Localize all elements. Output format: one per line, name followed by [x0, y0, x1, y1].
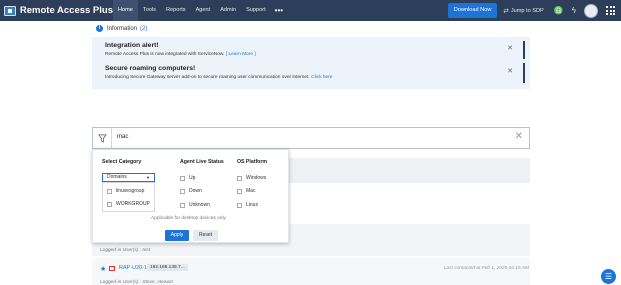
filter-popup: Select Category Agent Live Status OS Pla… — [92, 149, 289, 243]
alerts-panel: Integration alert! Remote Access Plus is… — [92, 37, 530, 89]
checkbox[interactable] — [237, 175, 242, 181]
nav-agent[interactable]: Agent — [191, 0, 216, 21]
device-name-link[interactable]: RAP-U20-1 — [119, 265, 147, 271]
search-input[interactable]: mac — [117, 134, 128, 140]
category-option[interactable]: linuxesgroup — [107, 188, 144, 194]
agent-live-status-header: Agent Live Status — [180, 159, 224, 165]
nav-admin[interactable]: Admin — [215, 0, 241, 21]
jump-icon: ⇄ — [503, 7, 509, 15]
information-label: Information — [107, 25, 138, 32]
alert-title: Secure roaming computers! — [105, 65, 196, 72]
more-icon[interactable]: ••• — [271, 0, 287, 21]
quick-launch-icon[interactable]: ϟ — [572, 6, 576, 15]
checkbox[interactable] — [180, 188, 185, 194]
clear-icon[interactable]: ✕ — [515, 131, 523, 142]
reset-button[interactable]: Reset — [193, 230, 218, 241]
device-ip-badge: 192.168.138.7... — [147, 264, 188, 271]
background-panel — [288, 158, 530, 183]
top-right-actions: Download Now ⇄ Jump to SDP ♎ ϟ — [447, 0, 621, 21]
nav-tools[interactable]: Tools — [138, 0, 161, 21]
os-platform-header: OS Platform — [237, 159, 267, 165]
checkbox[interactable] — [237, 188, 242, 194]
jump-to-sdp-link[interactable]: ⇄ Jump to SDP — [503, 7, 543, 15]
category-options: linuxesgroup WORKGROUP — [102, 182, 155, 212]
learn-more-link[interactable]: [ Learn More ] — [226, 52, 256, 57]
monitor-icon — [109, 266, 115, 271]
notification-bell-icon[interactable]: ♎ — [554, 6, 564, 15]
checkbox[interactable] — [180, 202, 185, 208]
info-icon: i — [96, 25, 103, 32]
app-title: Remote Access Plus — [19, 5, 113, 16]
integration-alert: Integration alert! Remote Access Plus is… — [105, 42, 256, 57]
category-option[interactable]: WORKGROUP — [107, 201, 150, 207]
status-option-unknown[interactable]: Unknown — [180, 202, 210, 208]
brand[interactable]: Remote Access Plus — [0, 0, 113, 21]
os-option-mac[interactable]: Mac — [237, 188, 255, 194]
secure-roaming-alert: Secure roaming computers! Introducing Se… — [105, 65, 332, 80]
nav-reports[interactable]: Reports — [161, 0, 191, 21]
desktop-only-note: Applicable for desktop devices only — [151, 216, 226, 221]
alert-text: Remote Access Plus is now integrated wit… — [105, 52, 256, 57]
device-search: mac ✕ — [92, 127, 530, 149]
top-bar: Remote Access Plus Home Tools Reports Ag… — [0, 0, 621, 21]
alert-text: Introducing Secure Gateway server add-on… — [105, 75, 333, 80]
alert-scrollbar[interactable] — [523, 63, 525, 83]
last-contacted: Last contacted at Feb 1, 2025 04:15 AM — [443, 266, 529, 271]
select-category-header: Select Category — [102, 159, 142, 165]
os-option-linux[interactable]: Linux — [237, 202, 258, 208]
status-option-up[interactable]: Up — [180, 175, 195, 181]
checkbox[interactable] — [237, 202, 242, 208]
download-now-button[interactable]: Download Now — [447, 3, 498, 18]
category-select[interactable]: Domains ▼ — [102, 173, 155, 182]
click-here-link[interactable]: Click here — [311, 75, 332, 80]
category-select-value: Domains — [107, 174, 127, 180]
jump-label: Jump to SDP — [510, 7, 544, 14]
logged-in-users: Logged-in User(s) : test — [100, 248, 151, 253]
status-option-down[interactable]: Down — [180, 188, 202, 194]
main-nav: Home Tools Reports Agent Admin Support •… — [113, 0, 287, 21]
close-icon[interactable]: ✕ — [507, 67, 513, 75]
alert-title: Integration alert! — [105, 42, 159, 49]
avatar[interactable] — [584, 3, 598, 18]
logged-in-users: Logged-in User(s) : Steve_stewart — [100, 280, 173, 285]
floating-menu-button[interactable]: ☰ — [601, 269, 616, 284]
app-grid-icon[interactable] — [606, 6, 615, 15]
information-count: (2) — [140, 25, 148, 32]
apply-button[interactable]: Apply — [165, 230, 189, 241]
checkbox[interactable] — [107, 188, 112, 194]
os-option-windows[interactable]: Windows — [237, 175, 266, 181]
information-header[interactable]: i Information (2) — [96, 25, 147, 32]
star-icon[interactable]: ★ — [100, 265, 106, 273]
close-icon[interactable]: ✕ — [507, 44, 513, 52]
alert-scrollbar[interactable] — [523, 41, 525, 59]
checkbox[interactable] — [107, 201, 112, 207]
caret-down-icon: ▼ — [146, 175, 150, 180]
nav-home[interactable]: Home — [113, 0, 138, 21]
monitor-icon — [4, 5, 16, 16]
filter-icon[interactable] — [93, 128, 112, 148]
nav-support[interactable]: Support — [241, 0, 271, 21]
checkbox[interactable] — [180, 175, 185, 181]
